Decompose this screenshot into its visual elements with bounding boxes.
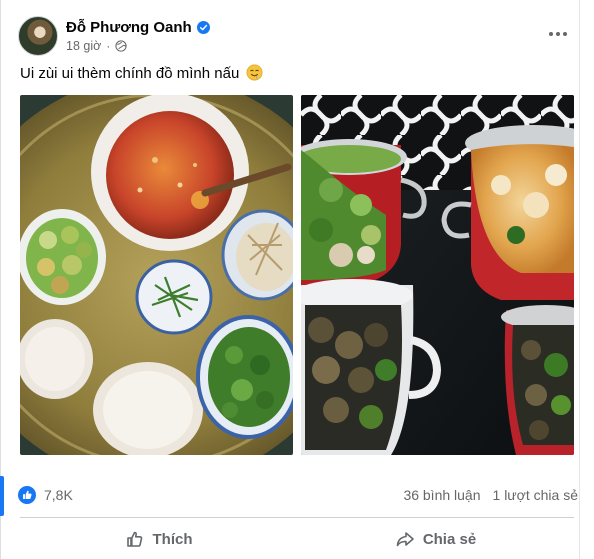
like-reaction-icon[interactable] bbox=[18, 486, 36, 504]
stats-right: 36 bình luận 1 lượt chia sẻ bbox=[403, 487, 578, 503]
like-label: Thích bbox=[152, 530, 193, 548]
avatar[interactable] bbox=[18, 16, 58, 56]
thumbs-up-icon bbox=[126, 531, 142, 547]
more-dot-icon bbox=[556, 32, 560, 36]
share-count[interactable]: 1 lượt chia sẻ bbox=[493, 487, 578, 503]
share-label: Chia sẻ bbox=[422, 530, 477, 548]
more-dot-icon bbox=[549, 32, 553, 36]
verified-badge-icon bbox=[196, 20, 210, 34]
post-text: Ui zùi ui thèm chính đồ mình nấu bbox=[20, 64, 263, 82]
photo-dipping-sauce-tray[interactable] bbox=[20, 95, 293, 455]
post-header: Đỗ Phương Oanh 18 giờ · bbox=[18, 14, 578, 58]
photo-grid bbox=[20, 95, 574, 455]
post-timestamp[interactable]: 18 giờ bbox=[66, 39, 101, 53]
actions-divider bbox=[20, 517, 574, 518]
photo-hotpot-pots[interactable] bbox=[301, 95, 574, 455]
share-button[interactable]: Chia sẻ bbox=[297, 522, 574, 556]
reaction-count[interactable]: 7,8K bbox=[44, 487, 73, 503]
globe-icon[interactable] bbox=[115, 40, 127, 52]
food-photo-illustration bbox=[20, 95, 293, 455]
more-options-button[interactable] bbox=[540, 20, 576, 48]
post-body-text: Ui zùi ui thèm chính đồ mình nấu bbox=[20, 65, 240, 82]
post-card: Đỗ Phương Oanh 18 giờ · Ui zùi ui thèm c… bbox=[0, 0, 594, 559]
post-actions: Thích Chia sẻ bbox=[20, 522, 574, 556]
share-arrow-icon bbox=[396, 532, 414, 547]
author-row: Đỗ Phương Oanh bbox=[66, 17, 210, 37]
card-right-border bbox=[579, 0, 580, 559]
like-button[interactable]: Thích bbox=[20, 522, 297, 556]
more-dot-icon bbox=[563, 32, 567, 36]
stats-row-marker bbox=[0, 476, 4, 516]
comment-count[interactable]: 36 bình luận bbox=[403, 487, 480, 503]
food-photo-illustration bbox=[301, 95, 574, 455]
author-name[interactable]: Đỗ Phương Oanh bbox=[66, 19, 192, 36]
post-stats: 7,8K 36 bình luận 1 lượt chia sẻ bbox=[18, 486, 578, 506]
post-meta: 18 giờ · bbox=[66, 38, 127, 54]
drooling-face-icon bbox=[246, 64, 263, 81]
meta-separator: · bbox=[106, 39, 111, 53]
